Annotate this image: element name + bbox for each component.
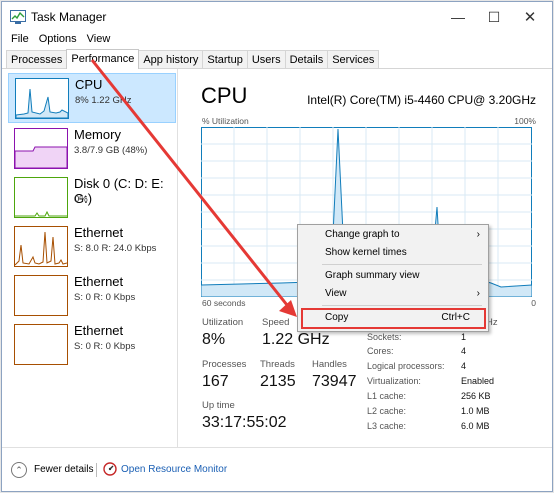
virtualization-label: Virtualization: <box>367 376 421 386</box>
handles-label: Handles <box>312 359 347 370</box>
menu-options[interactable]: Options <box>34 31 82 49</box>
task-manager-window: Task Manager — ☐ ✕ File Options View Pro… <box>1 1 553 492</box>
utilization-label: Utilization <box>202 317 244 328</box>
cores-value: 4 <box>461 346 467 356</box>
uptime-value: 33:17:55:02 <box>202 414 287 431</box>
sidebar-item-label: CPU <box>75 77 103 92</box>
sidebar-item-label: Memory <box>74 127 121 142</box>
bottom-separator <box>96 463 97 477</box>
menu-bar: File Options View <box>6 31 115 49</box>
tab-strip: Processes Performance App history Startu… <box>6 49 380 69</box>
ethernet-thumbnail-graph <box>14 275 68 316</box>
menu-item-change-graph[interactable]: Change graph to › <box>298 226 488 244</box>
logical-processors-label: Logical processors: <box>367 361 445 371</box>
cores-label: Cores: <box>367 346 394 356</box>
sidebar-item-label: Disk 0 (C: D: E: G:) <box>74 176 164 206</box>
handles-value: 73947 <box>312 373 357 390</box>
l2-cache-value: 1.0 MB <box>461 406 490 416</box>
minimize-button[interactable]: — <box>442 6 474 28</box>
graph-y-label: % Utilization <box>202 116 249 126</box>
cpu-thumbnail-graph <box>15 78 69 119</box>
sidebar-item-cpu[interactable]: CPU 8% 1.22 GHz <box>8 73 176 123</box>
close-button[interactable]: ✕ <box>514 6 546 28</box>
utilization-value: 8% <box>202 331 226 348</box>
sidebar-item-ethernet-3[interactable]: Ethernet S: 0 R: 0 Kbps <box>8 320 176 370</box>
tab-startup[interactable]: Startup <box>202 50 248 69</box>
sidebar-item-label: Ethernet <box>74 323 124 338</box>
menu-item-kernel-times[interactable]: Show kernel times <box>298 244 488 262</box>
sidebar-item-value: S: 0 R: 0 Kbps <box>74 292 136 303</box>
l2-cache-label: L2 cache: <box>367 406 407 416</box>
bottom-bar: ⌃ Fewer details Open Resource Monitor <box>2 447 552 491</box>
menu-view[interactable]: View <box>82 31 116 49</box>
cpu-model-name: Intel(R) Core(TM) i5-4460 CPU@ 3.20GHz <box>307 93 536 107</box>
speed-label: Speed <box>262 317 290 328</box>
sidebar-item-value: 8% 1.22 GHz <box>75 95 132 106</box>
uptime-label: Up time <box>202 400 235 411</box>
threads-label: Threads <box>260 359 295 370</box>
sidebar-item-label: Ethernet <box>74 274 124 289</box>
copy-highlight-box <box>301 308 486 329</box>
task-manager-app-icon <box>10 10 26 24</box>
menu-separator <box>322 305 482 306</box>
close-icon: ✕ <box>523 9 537 26</box>
ethernet-thumbnail-graph <box>14 226 68 267</box>
menu-item-view[interactable]: View › <box>298 285 488 303</box>
tab-users[interactable]: Users <box>246 50 286 69</box>
collapse-icon[interactable]: ⌃ <box>11 462 27 478</box>
speed-value: 1.22 GHz <box>262 331 330 348</box>
l1-cache-label: L1 cache: <box>367 391 407 401</box>
menu-separator <box>322 264 482 265</box>
ethernet-thumbnail-graph <box>14 324 68 365</box>
submenu-arrow-icon: › <box>476 288 480 299</box>
sockets-value: 1 <box>461 332 467 342</box>
sidebar-item-value: 3.8/7.9 GB (48%) <box>74 145 148 156</box>
sidebar-item-value: S: 8.0 R: 24.0 Kbps <box>74 243 157 254</box>
sidebar-item-label: Ethernet <box>74 225 124 240</box>
maximize-button[interactable]: ☐ <box>478 6 510 28</box>
tab-details[interactable]: Details <box>284 50 329 69</box>
page-title: CPU <box>201 83 248 108</box>
sidebar-item-disk[interactable]: Disk 0 (C: D: E: G:) 0% <box>8 173 176 223</box>
tab-services[interactable]: Services <box>327 50 380 69</box>
menu-file[interactable]: File <box>6 31 34 49</box>
processes-label: Processes <box>202 359 247 370</box>
open-resource-monitor-link[interactable]: Open Resource Monitor <box>121 464 227 475</box>
l3-cache-label: L3 cache: <box>367 421 407 431</box>
graph-x-label-right: 0 <box>531 298 536 308</box>
window-title: Task Manager <box>31 10 107 24</box>
fewer-details-button[interactable]: Fewer details <box>34 464 93 475</box>
minimize-icon: — <box>451 9 465 25</box>
menu-item-label: Show kernel times <box>325 247 407 258</box>
disk-thumbnail-graph <box>14 177 68 218</box>
logical-processors-value: 4 <box>461 361 467 371</box>
menu-item-label: Change graph to <box>325 229 400 240</box>
sidebar-item-memory[interactable]: Memory 3.8/7.9 GB (48%) <box>8 124 176 174</box>
title-bar: Task Manager — ☐ ✕ <box>2 2 552 32</box>
submenu-arrow-icon: › <box>476 229 480 240</box>
l3-cache-value: 6.0 MB <box>461 421 490 431</box>
resource-monitor-icon <box>103 462 117 476</box>
maximize-icon: ☐ <box>487 8 501 25</box>
l1-cache-value: 256 KB <box>461 391 491 401</box>
sidebar-item-ethernet-1[interactable]: Ethernet S: 8.0 R: 24.0 Kbps <box>8 222 176 272</box>
tab-processes[interactable]: Processes <box>6 50 68 69</box>
menu-item-label: Graph summary view <box>325 270 420 281</box>
graph-x-label-left: 60 seconds <box>202 298 246 308</box>
threads-value: 2135 <box>260 373 296 390</box>
sidebar-item-ethernet-2[interactable]: Ethernet S: 0 R: 0 Kbps <box>8 271 176 321</box>
graph-y-max: 100% <box>514 116 536 126</box>
memory-thumbnail-graph <box>14 128 68 169</box>
sidebar-item-value: 0% <box>74 194 88 205</box>
tab-performance[interactable]: Performance <box>66 49 140 69</box>
virtualization-value: Enabled <box>461 376 495 386</box>
processes-value: 167 <box>202 373 229 390</box>
menu-item-summary-view[interactable]: Graph summary view <box>298 267 488 285</box>
sidebar-item-value: S: 0 R: 0 Kbps <box>74 341 136 352</box>
menu-item-label: View <box>325 288 347 299</box>
sockets-label: Sockets: <box>367 332 402 342</box>
resource-sidebar: CPU 8% 1.22 GHz Memory 3.8/7.9 GB (48%) … <box>2 69 178 447</box>
tab-app-history[interactable]: App history <box>138 50 204 69</box>
